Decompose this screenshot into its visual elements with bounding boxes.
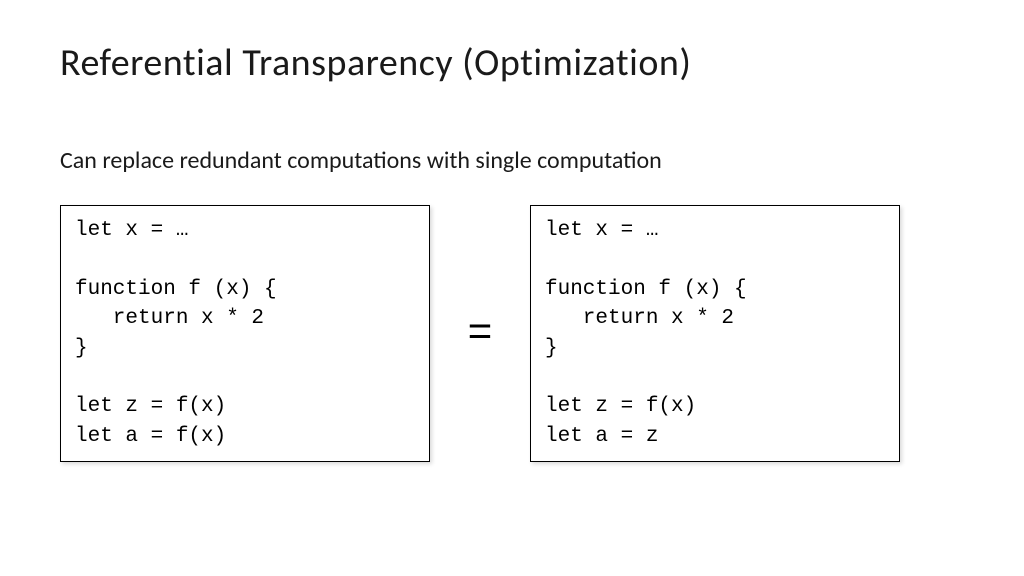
equals-sign: =: [460, 310, 500, 358]
code-box-right: let x = … function f (x) { return x * 2 …: [530, 205, 900, 462]
slide-subtitle: Can replace redundant computations with …: [60, 146, 964, 175]
code-box-left: let x = … function f (x) { return x * 2 …: [60, 205, 430, 462]
slide-title: Referential Transparency (Optimization): [60, 40, 964, 86]
code-comparison-row: let x = … function f (x) { return x * 2 …: [60, 205, 964, 462]
